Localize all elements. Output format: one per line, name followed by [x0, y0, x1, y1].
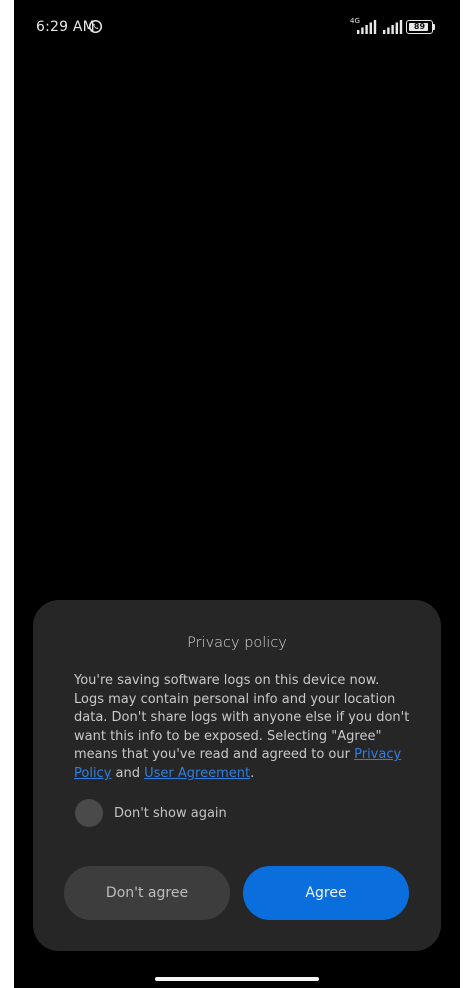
user-agreement-link[interactable]: User Agreement	[144, 766, 250, 781]
battery-level: 89	[413, 22, 426, 31]
dont-show-again-label: Don't show again	[114, 806, 227, 821]
signal-icon	[357, 20, 377, 34]
body-text: and	[111, 765, 145, 781]
dialog-title: Privacy policy	[187, 635, 287, 651]
dont-show-again-row[interactable]: Don't show again	[75, 799, 275, 829]
battery-cap	[433, 24, 435, 30]
dont-show-again-checkbox[interactable]	[75, 799, 103, 827]
signal-icon	[383, 20, 403, 34]
battery-icon: 89	[406, 20, 433, 34]
status-bar: 6:29 AM 4G 89	[14, 0, 460, 54]
home-indicator[interactable]	[155, 977, 319, 981]
whatsapp-icon	[88, 19, 103, 34]
agree-button[interactable]: Agree	[243, 866, 409, 920]
dont-agree-button[interactable]: Don't agree	[64, 866, 230, 920]
body-text: .	[250, 765, 255, 781]
privacy-dialog: Privacy policy You're saving software lo…	[33, 600, 441, 951]
dialog-body: You're saving software logs on this devi…	[74, 672, 410, 784]
phone-screen: 6:29 AM 4G 89 Privacy policy You're savi…	[14, 0, 460, 988]
status-time: 6:29 AM	[36, 19, 95, 35]
